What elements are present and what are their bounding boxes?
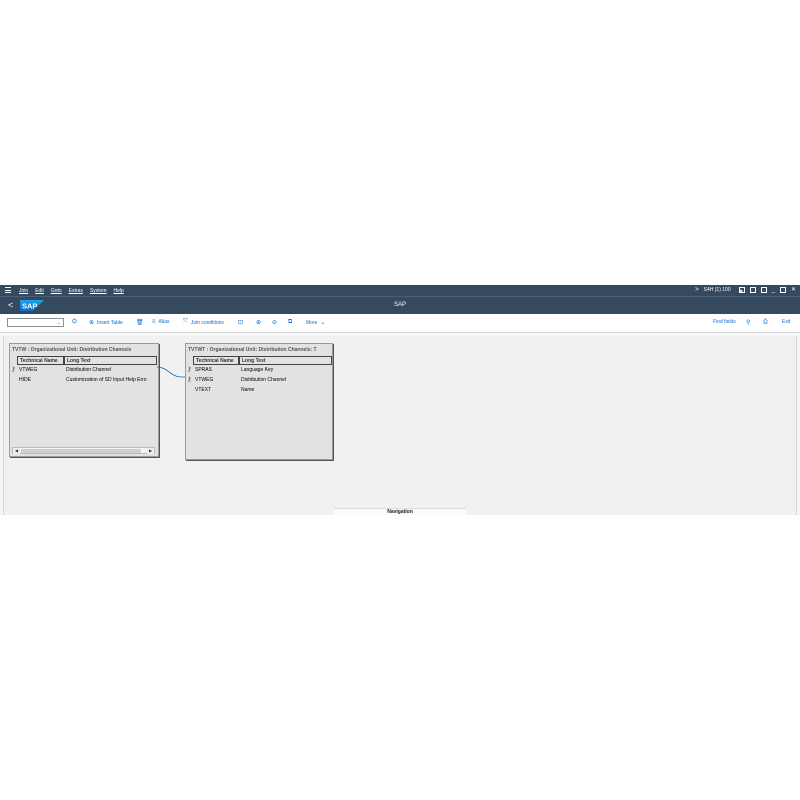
search-button[interactable]: ⚲ <box>746 319 750 326</box>
field-long-text: Customization of SD Input Help Erro <box>66 377 147 383</box>
restore-icon[interactable] <box>779 287 786 293</box>
navigation-label: Navigation <box>387 509 413 515</box>
page-title: SAP <box>393 302 406 308</box>
list-icon: ≡ <box>152 319 156 325</box>
system-info[interactable]: S4H (1) 100 <box>704 287 731 293</box>
join-conditions-label: Join conditions <box>190 319 224 326</box>
menu-extras[interactable]: Extras <box>69 288 83 294</box>
find-fields-label: Find fields <box>713 319 736 325</box>
field-technical-name: VTEXT <box>195 387 212 393</box>
key-icon: ⚷ <box>187 367 192 373</box>
overview-button[interactable]: ⧉ <box>288 319 292 326</box>
play-icon[interactable]: ▶ <box>738 287 745 293</box>
more-label: More <box>306 319 318 326</box>
table-row[interactable]: ⚷ VTWEG Distribution Channel <box>10 365 158 375</box>
fit-to-screen-icon: ⊡ <box>238 320 244 326</box>
navigation-panel[interactable]: Navigation <box>334 508 466 515</box>
title-bar: < SAP SAP <box>0 296 800 315</box>
alias-button[interactable]: ≡ Alias <box>152 319 169 325</box>
table-row[interactable]: VTEXT Name <box>186 385 332 395</box>
insert-table-label: Insert Table <box>97 319 123 326</box>
minimize-icon[interactable]: _ <box>772 287 775 293</box>
join-icon: ⤧ <box>183 319 188 325</box>
join-conditions-button[interactable]: ⤧ Join conditions <box>183 319 224 326</box>
key-icon: ⚷ <box>11 367 16 373</box>
settings-icon[interactable] <box>760 287 767 293</box>
chevron-down-icon: ⌄ <box>56 320 61 326</box>
close-icon[interactable]: ✕ <box>791 287 796 293</box>
menu-system[interactable]: System <box>90 288 107 294</box>
field-technical-name: SPRAS <box>195 367 212 373</box>
field-long-text: Name <box>241 387 255 393</box>
insert-table-button[interactable]: ⊕ Insert Table <box>89 319 123 327</box>
document-icon[interactable] <box>749 287 756 293</box>
column-header-technical-name: Technical Name <box>17 356 64 365</box>
more-button[interactable]: More ⌄ <box>306 319 326 327</box>
field-technical-name: VTWEG <box>19 367 38 373</box>
field-technical-name: VTWEG <box>195 377 214 383</box>
table-header: TVTWT : Organizational Unit: Distributio… <box>188 347 317 353</box>
horizontal-scrollbar[interactable]: ◀ ▶ <box>12 447 155 454</box>
table-box-tvtw[interactable]: TVTW : Organizational Unit: Distribution… <box>9 343 159 457</box>
zoom-in-button[interactable]: ⊕ <box>256 319 261 326</box>
layout-icon: ⛭ <box>72 319 77 325</box>
chevron-down-icon: ⌄ <box>320 320 326 326</box>
column-header-long-text: Long Text <box>64 356 157 365</box>
table-row[interactable]: ⚷ SPRAS Language Key <box>186 365 332 375</box>
exit-label: Exit <box>782 319 791 325</box>
search-icon: ⚲ <box>746 320 751 326</box>
menu-help[interactable]: Help <box>114 288 124 294</box>
field-long-text: Language Key <box>241 367 274 373</box>
print-button[interactable]: ⎙ <box>763 319 768 326</box>
sap-window: Join Edit Goto Extras System Help > S4H … <box>0 285 800 515</box>
exit-button[interactable]: Exit <box>782 319 790 325</box>
column-header-long-text: Long Text <box>239 356 332 365</box>
print-icon: ⎙ <box>763 319 768 325</box>
table-box-tvtwt[interactable]: TVTWT : Organizational Unit: Distributio… <box>185 343 333 460</box>
table-header: TVTW : Organizational Unit: Distribution… <box>12 347 132 353</box>
expand-chevron-icon[interactable]: > <box>695 287 699 293</box>
menu-items: Join Edit Goto Extras System Help <box>19 288 124 294</box>
zoom-out-icon: ⊖ <box>272 320 278 326</box>
menu-icon[interactable] <box>5 287 11 294</box>
field-long-text: Distribution Channel <box>66 367 112 373</box>
toolbar: ⌄ ⛭ ⊕ Insert Table 🗑 ≡ Alias ⤧ Join conditi… <box>0 314 800 333</box>
find-fields-button[interactable]: Find fields <box>713 319 736 325</box>
scroll-right-icon[interactable]: ▶ <box>147 448 154 454</box>
menu-bar: Join Edit Goto Extras System Help > S4H … <box>0 285 800 296</box>
delete-icon: 🗑 <box>136 320 144 326</box>
zoom-out-button[interactable]: ⊖ <box>272 319 277 326</box>
zoom-in-icon: ⊕ <box>256 320 262 326</box>
layout-button[interactable]: ⛭ <box>72 319 77 326</box>
insert-table-icon: ⊕ <box>89 320 95 326</box>
scroll-thumb[interactable] <box>21 449 141 453</box>
join-canvas: TVTW : Organizational Unit: Distribution… <box>3 336 797 515</box>
overview-icon: ⧉ <box>288 319 293 325</box>
menu-goto[interactable]: Goto <box>51 288 62 294</box>
scroll-left-icon[interactable]: ◀ <box>13 448 20 454</box>
table-row[interactable]: HIDE Customization of SD Input Help Erro <box>10 375 158 385</box>
field-technical-name: HIDE <box>19 377 31 383</box>
menubar-right: > S4H (1) 100 ▶ _ ✕ <box>695 287 796 293</box>
alias-label: Alias <box>158 319 170 325</box>
menu-edit[interactable]: Edit <box>35 288 44 294</box>
menu-join[interactable]: Join <box>19 288 28 294</box>
fit-button[interactable]: ⊡ <box>238 319 243 326</box>
column-header-technical-name: Technical Name <box>193 356 239 365</box>
field-long-text: Distribution Channel <box>241 377 287 383</box>
key-icon: ⚷ <box>187 377 192 383</box>
delete-button[interactable]: 🗑 <box>136 319 144 326</box>
table-row[interactable]: ⚷ VTWEG Distribution Channel <box>186 375 332 385</box>
view-select[interactable]: ⌄ <box>7 318 64 327</box>
